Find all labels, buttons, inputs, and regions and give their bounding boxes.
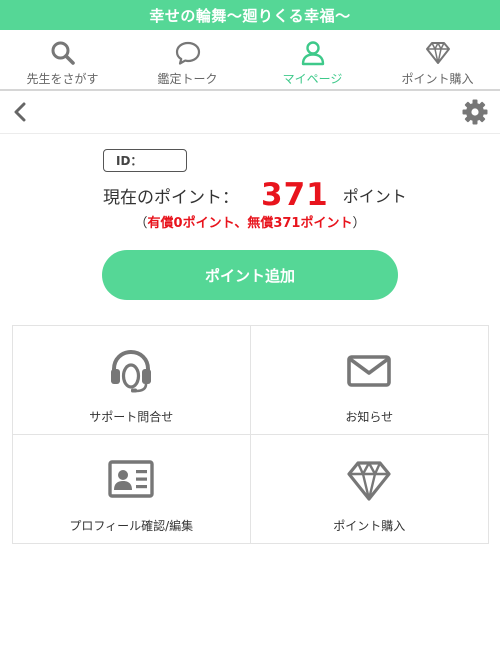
profile-card-icon — [108, 459, 154, 498]
chat-bubble-icon — [175, 41, 200, 65]
gear-icon — [462, 99, 488, 125]
nav-tab-buy-points[interactable]: ポイント購入 — [375, 30, 500, 89]
nav-tab-label: ポイント購入 — [401, 72, 474, 86]
envelope-icon — [347, 355, 392, 387]
mypage-menu-grid: サポート問合せ お知らせ プロフィール確認/編集 ポイント購入 — [12, 325, 489, 544]
menu-tile-support[interactable]: サポート問合せ — [13, 326, 251, 435]
breakdown-open-paren: （ — [134, 216, 148, 231]
top-navigation: 先生をさがす 鑑定トーク マイページ ポイント購入 — [0, 30, 500, 91]
sub-header — [0, 91, 500, 134]
nav-tab-search-teacher[interactable]: 先生をさがす — [0, 30, 125, 89]
app-title-bar: 幸せの輪舞〜廻りくる幸福〜 — [0, 0, 500, 30]
diamond-icon — [347, 460, 391, 501]
points-label: 現在のポイント： — [103, 187, 239, 208]
user-icon — [301, 41, 324, 66]
points-breakdown: （有償0ポイント、無償371ポイント） — [0, 212, 500, 231]
back-button[interactable] — [10, 101, 30, 123]
menu-tile-buy-points[interactable]: ポイント購入 — [251, 435, 489, 544]
settings-button[interactable] — [462, 99, 488, 125]
tile-label: お知らせ — [345, 410, 394, 424]
tile-label: プロフィール確認/編集 — [69, 518, 194, 533]
nav-tab-mypage[interactable]: マイページ — [250, 30, 375, 89]
add-points-label: ポイント追加 — [204, 266, 295, 285]
search-icon — [51, 41, 75, 65]
nav-tab-label: マイページ — [282, 72, 343, 86]
nav-tab-talk[interactable]: 鑑定トーク — [125, 30, 250, 89]
user-id-box: ID： — [103, 149, 187, 172]
menu-tile-profile[interactable]: プロフィール確認/編集 — [13, 434, 251, 543]
nav-tab-label: 先生をさがす — [26, 72, 99, 86]
tile-label: サポート問合せ — [89, 410, 174, 424]
diamond-icon — [425, 42, 450, 64]
app-title: 幸せの輪舞〜廻りくる幸福〜 — [149, 6, 351, 25]
user-id-label: ID： — [116, 154, 143, 168]
tile-label: ポイント購入 — [333, 518, 406, 533]
points-unit: ポイント — [342, 187, 407, 206]
headset-icon — [111, 349, 152, 393]
menu-tile-news[interactable]: お知らせ — [250, 326, 488, 435]
breakdown-close-paren: ） — [352, 216, 366, 231]
nav-tab-label: 鑑定トーク — [157, 72, 218, 86]
points-value: 371 — [261, 177, 329, 213]
chevron-left-icon — [14, 102, 26, 122]
add-points-button[interactable]: ポイント追加 — [102, 250, 398, 300]
current-points: 現在のポイント： 371 ポイント — [103, 174, 407, 216]
breakdown-text: 有償0ポイント、無償371ポイント — [147, 216, 353, 231]
